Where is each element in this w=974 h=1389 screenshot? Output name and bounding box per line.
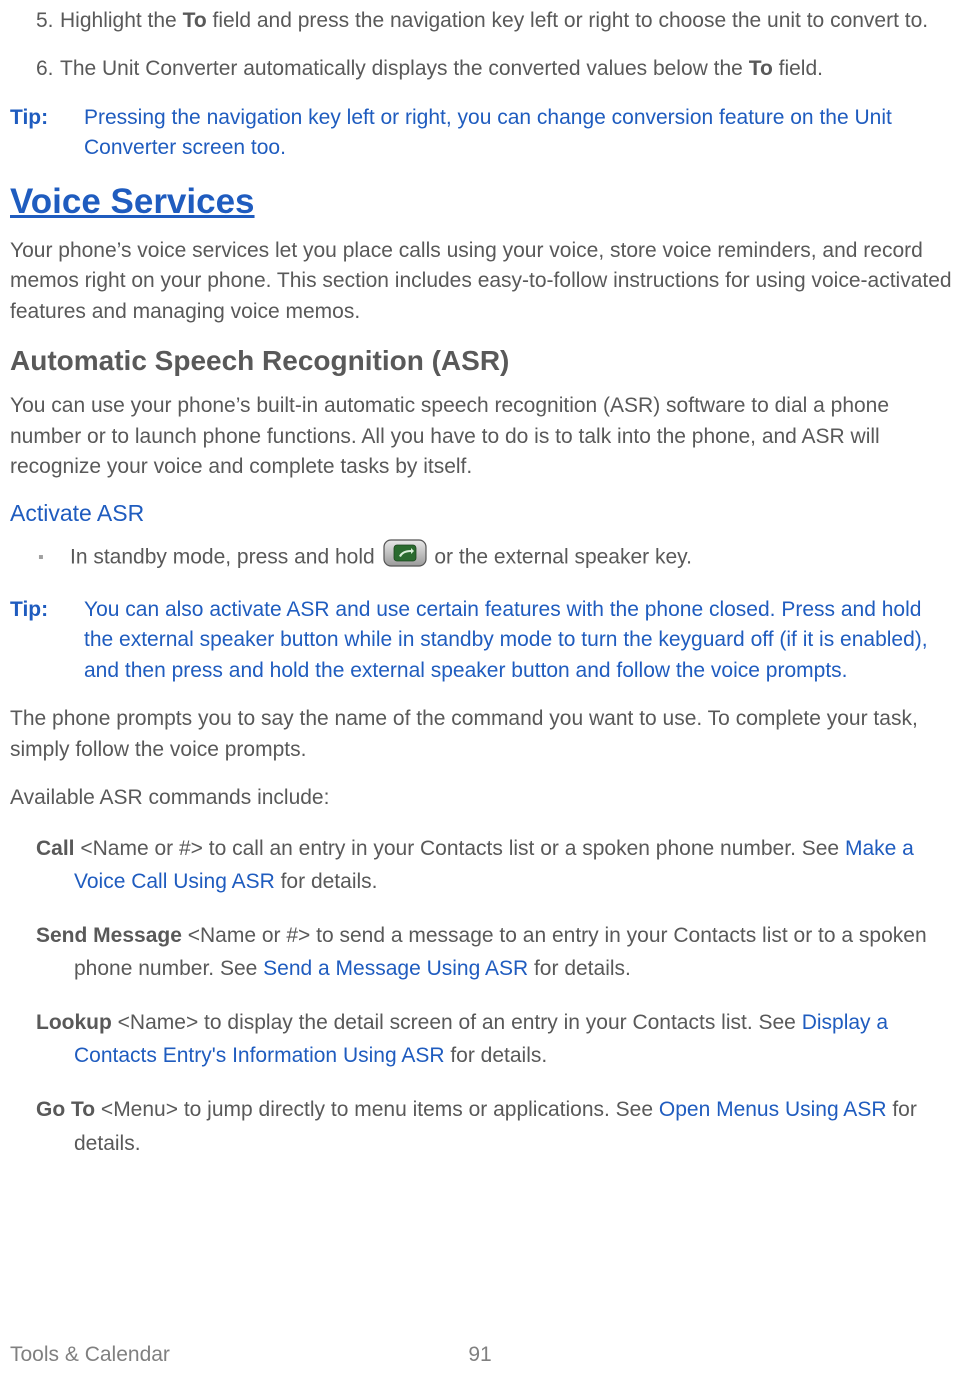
tip-label: Tip:	[10, 595, 84, 686]
text: for details.	[445, 1044, 548, 1067]
link-open-menus[interactable]: Open Menus Using ASR	[659, 1098, 887, 1121]
text: <Name> to display the detail screen of a…	[112, 1011, 802, 1034]
asr-intro-paragraph: You can use your phone’s built-in automa…	[10, 391, 954, 482]
command-go-to: Go To <Menu> to jump directly to menu it…	[36, 1093, 954, 1160]
list-number: 6.	[10, 54, 60, 84]
bold-text: To	[183, 9, 207, 32]
call-key-icon	[383, 539, 427, 577]
bullet-item: ▪ In standby mode, press and hold or t	[10, 539, 954, 577]
text: Highlight the	[60, 9, 183, 32]
tip-block: Tip: Pressing the navigation key left or…	[10, 103, 954, 164]
command-name: Send Message	[36, 924, 182, 947]
text: <Menu> to jump directly to menu items or…	[95, 1098, 659, 1121]
footer-section: Tools & Calendar	[10, 1343, 170, 1367]
text: The Unit Converter automatically display…	[60, 57, 749, 80]
text: for details.	[275, 870, 378, 893]
list-item-5: 5. Highlight the To field and press the …	[10, 6, 954, 36]
text: or the external speaker key.	[434, 546, 692, 569]
text: for details.	[528, 957, 631, 980]
bullet-text: In standby mode, press and hold or the e…	[70, 539, 954, 577]
footer-page-number: 91	[468, 1343, 491, 1367]
tip-label: Tip:	[10, 103, 84, 164]
command-lookup: Lookup <Name> to display the detail scre…	[36, 1006, 954, 1073]
heading-asr: Automatic Speech Recognition (ASR)	[10, 345, 954, 377]
page-footer: Tools & Calendar 91	[10, 1343, 950, 1367]
text: field and press the navigation key left …	[207, 9, 928, 32]
command-name: Lookup	[36, 1011, 112, 1034]
command-name: Go To	[36, 1098, 95, 1121]
list-text: The Unit Converter automatically display…	[60, 54, 954, 84]
command-call: Call <Name or #> to call an entry in you…	[36, 832, 954, 899]
bold-text: To	[749, 57, 773, 80]
tip-text: You can also activate ASR and use certai…	[84, 595, 954, 686]
list-number: 5.	[10, 6, 60, 36]
command-send-message: Send Message <Name or #> to send a messa…	[36, 919, 954, 986]
tip-block: Tip: You can also activate ASR and use c…	[10, 595, 954, 686]
text: In standby mode, press and hold	[70, 546, 381, 569]
tip-text: Pressing the navigation key left or righ…	[84, 103, 954, 164]
text: field.	[773, 57, 823, 80]
paragraph: The phone prompts you to say the name of…	[10, 704, 954, 765]
list-item-6: 6. The Unit Converter automatically disp…	[10, 54, 954, 84]
intro-paragraph: Your phone’s voice services let you plac…	[10, 236, 954, 327]
heading-voice-services[interactable]: Voice Services	[10, 182, 954, 222]
link-send-message[interactable]: Send a Message Using ASR	[263, 957, 528, 980]
heading-activate-asr: Activate ASR	[10, 500, 954, 527]
command-name: Call	[36, 837, 75, 860]
list-text: Highlight the To field and press the nav…	[60, 6, 954, 36]
bullet-marker: ▪	[10, 546, 70, 570]
text: <Name or #> to call an entry in your Con…	[75, 837, 845, 860]
paragraph: Available ASR commands include:	[10, 783, 954, 813]
